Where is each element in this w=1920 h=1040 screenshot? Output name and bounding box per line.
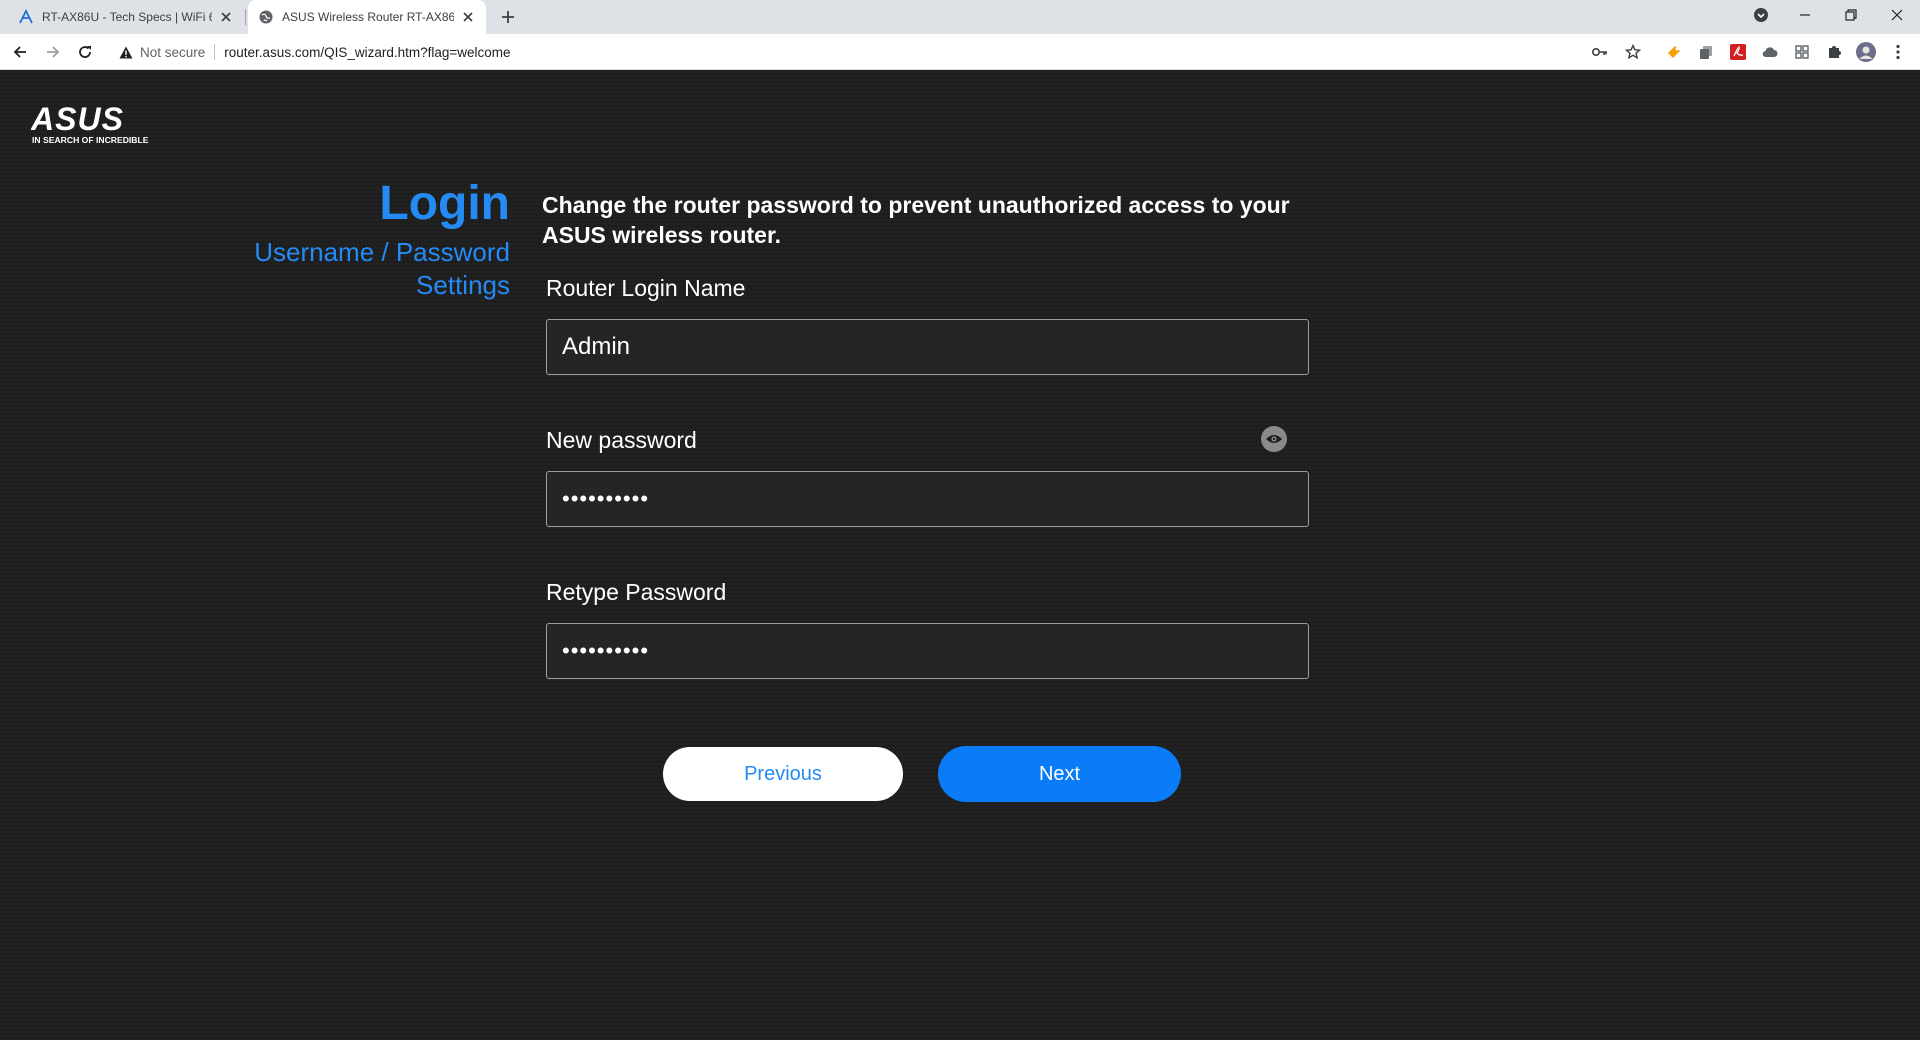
retype-password-input[interactable]: ••••••••••: [546, 623, 1309, 679]
new-password-input[interactable]: ••••••••••: [546, 471, 1309, 527]
reload-icon[interactable]: [73, 40, 97, 64]
page-title: Login: [379, 177, 510, 230]
tab-asus-router[interactable]: ASUS Wireless Router RT-AX86U: [248, 0, 486, 34]
key-icon[interactable]: [1590, 42, 1610, 62]
form-headline: Change the router password to prevent un…: [542, 192, 1290, 248]
svg-text:IN SEARCH OF INCREDIBLE: IN SEARCH OF INCREDIBLE: [32, 135, 149, 145]
new-password-label: New password: [546, 427, 697, 453]
tab-tech-specs[interactable]: RT-AX86U - Tech Specs | WiFi 6: [8, 0, 244, 34]
close-window-icon[interactable]: [1880, 0, 1914, 30]
profile-avatar[interactable]: [1856, 42, 1876, 62]
close-tab-icon[interactable]: [460, 9, 476, 25]
retype-password-label: Retype Password: [546, 579, 727, 605]
extension-copy-icon[interactable]: [1696, 42, 1716, 62]
tab-separator: [245, 9, 246, 25]
close-tab-icon[interactable]: [218, 9, 234, 25]
browser-tabstrip: RT-AX86U - Tech Specs | WiFi 6 ASUS Wire…: [0, 0, 1920, 34]
browser-toolbar: Not secure router.asus.com/QIS_wizard.ht…: [0, 34, 1920, 70]
asus-a-favicon-icon: [18, 9, 34, 25]
new-tab-button[interactable]: [496, 5, 520, 29]
tab-search-button[interactable]: [1748, 0, 1774, 30]
show-password-eye-icon[interactable]: [1261, 426, 1287, 452]
minimize-icon[interactable]: [1788, 0, 1822, 30]
more-menu-icon[interactable]: [1888, 42, 1908, 62]
cloud-extension-icon[interactable]: [1760, 42, 1780, 62]
omnibox-divider: [214, 44, 216, 60]
login-name-label: Router Login Name: [546, 275, 746, 301]
grid-extension-icon[interactable]: [1792, 42, 1812, 62]
address-bar[interactable]: Not secure router.asus.com/QIS_wizard.ht…: [106, 38, 1646, 66]
extension-orange-icon[interactable]: [1664, 42, 1684, 62]
forward-arrow-icon[interactable]: [41, 40, 65, 64]
previous-button[interactable]: Previous: [663, 747, 903, 801]
globe-icon: [258, 9, 274, 25]
svg-text:ASUS: ASUS: [31, 102, 124, 137]
url-text[interactable]: router.asus.com/QIS_wizard.htm?flag=welc…: [224, 45, 510, 60]
next-button[interactable]: Next: [938, 746, 1181, 802]
page-subtitle-line2: Settings: [416, 270, 510, 300]
page-subtitle-line1: Username / Password: [254, 237, 510, 267]
router-setup-page: ASUS IN SEARCH OF INCREDIBLE Login Usern…: [0, 70, 1920, 1040]
bookmark-star-icon[interactable]: [1623, 42, 1643, 62]
login-name-input[interactable]: Admin: [546, 319, 1309, 375]
back-arrow-icon[interactable]: [8, 40, 32, 64]
acrobat-pdf-icon[interactable]: [1728, 42, 1748, 62]
puzzle-extensions-icon[interactable]: [1824, 42, 1844, 62]
asus-logo: ASUS IN SEARCH OF INCREDIBLE: [30, 101, 157, 146]
step-titles: Login Username / Password Settings: [254, 180, 510, 302]
tab-title: ASUS Wireless Router RT-AX86U: [282, 10, 454, 24]
tab-title: RT-AX86U - Tech Specs | WiFi 6: [42, 10, 212, 24]
restore-icon[interactable]: [1834, 0, 1868, 30]
security-status[interactable]: Not secure: [140, 45, 205, 60]
warning-triangle-icon[interactable]: [118, 44, 134, 60]
